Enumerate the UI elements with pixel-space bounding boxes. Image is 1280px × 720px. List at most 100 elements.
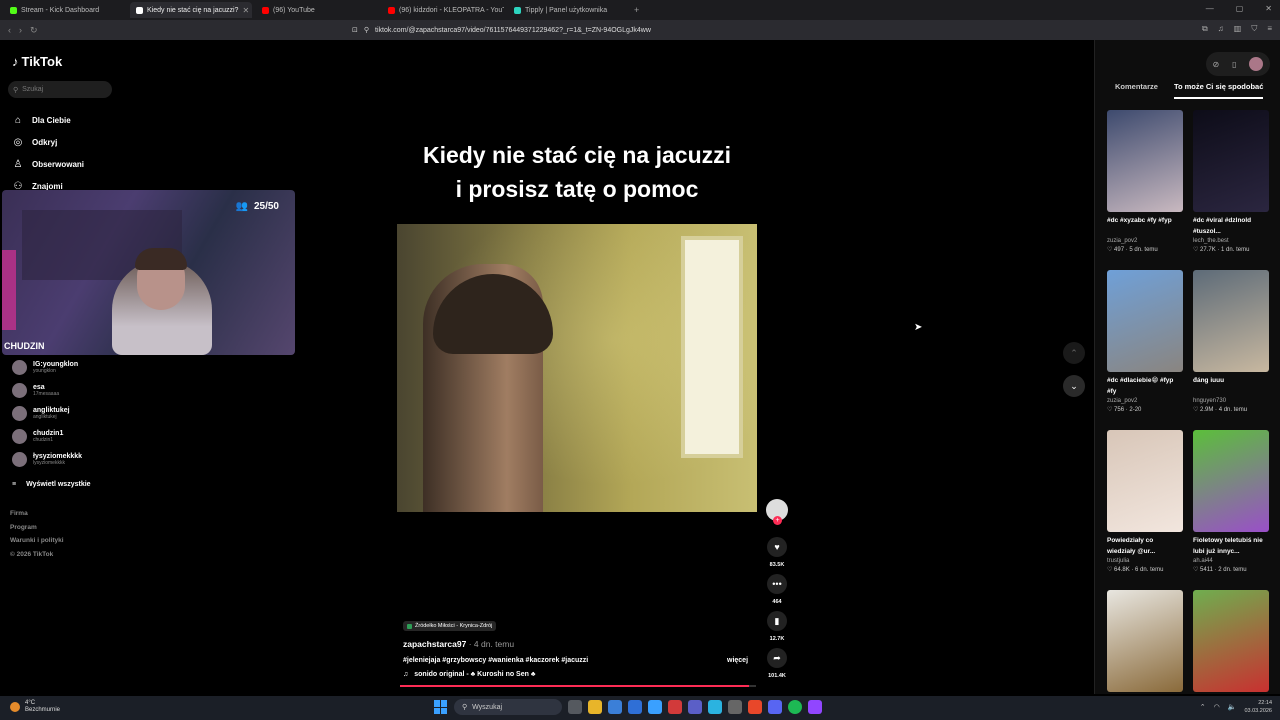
video-thumbnail[interactable] xyxy=(1193,110,1269,212)
profile-avatar[interactable] xyxy=(1249,57,1264,71)
browser-tab[interactable]: Tipply | Panel użytkownika xyxy=(508,2,630,18)
following-user[interactable]: chudzin1 chudzin1 xyxy=(12,425,91,448)
url-field[interactable]: ⊡ ⚲ tiktok.com/@zapachstarca97/video/761… xyxy=(352,22,912,38)
chevron-up-icon[interactable]: ⌃ xyxy=(1200,703,1206,711)
url-text[interactable]: tiktok.com/@zapachstarca97/video/7611576… xyxy=(375,27,651,34)
location-tag[interactable]: Źródełko Miłości - Krynica-Zdrój xyxy=(403,621,497,631)
mail-icon[interactable] xyxy=(628,700,642,714)
new-tab-button[interactable]: + xyxy=(634,5,639,15)
task-view-icon[interactable] xyxy=(568,700,582,714)
video-progress-bar[interactable] xyxy=(400,685,756,687)
shield-icon[interactable]: ⛉ xyxy=(1251,24,1257,34)
footer-link[interactable]: Firma xyxy=(10,507,64,521)
next-video-button[interactable]: ⌄ xyxy=(1063,375,1085,397)
tab-comments[interactable]: Komentarze xyxy=(1115,82,1158,99)
share-icon[interactable]: ➦ xyxy=(767,648,787,668)
brave-icon[interactable] xyxy=(748,700,762,714)
video-player[interactable] xyxy=(397,224,757,512)
share-action[interactable]: ➦ 101.4K xyxy=(767,648,787,679)
card-author[interactable]: ah.ai44 xyxy=(1193,558,1269,564)
clock[interactable]: 22:14 03.03.2026 xyxy=(1244,699,1272,715)
obs-icon[interactable] xyxy=(728,700,742,714)
recommended-video-card[interactable]: đáng iuuu hnguyen730 ♡ 2.9M · 4 dn. temu xyxy=(1193,270,1269,430)
following-user[interactable]: esa 17mesaaaa xyxy=(12,379,91,402)
sidebar-item-odkryj[interactable]: ◎ Odkryj xyxy=(12,131,84,153)
volume-icon[interactable]: 🔈 xyxy=(1228,703,1237,711)
sound-link[interactable]: ♫ sonido original - ♣ Kuroshi no Sen ♣ xyxy=(403,671,535,678)
windows-start-icon[interactable] xyxy=(434,700,448,714)
twitch-icon[interactable] xyxy=(808,700,822,714)
tiktok-logo[interactable]: ♪ TikTok xyxy=(12,54,62,69)
close-window-icon[interactable]: ✕ xyxy=(1265,4,1272,13)
office-icon[interactable] xyxy=(668,700,682,714)
spotify-icon[interactable] xyxy=(788,700,802,714)
taskbar-search[interactable]: ⚲ Wyszukaj xyxy=(454,699,562,715)
phone-icon[interactable]: ▯ xyxy=(1232,60,1236,69)
video-thumbnail[interactable] xyxy=(1107,270,1183,372)
following-user[interactable]: IG:youngklon youngklon xyxy=(12,356,91,379)
comment-action[interactable]: ••• 464 xyxy=(767,574,787,605)
recommended-video-card[interactable]: Fioletowy teletubiś nie lubi już innyc..… xyxy=(1193,430,1269,590)
video-author[interactable]: zapachstarca97 · 4 dn. temu xyxy=(403,639,514,649)
discord-icon[interactable] xyxy=(768,700,782,714)
store-icon[interactable] xyxy=(608,700,622,714)
video-thumbnail[interactable] xyxy=(1107,590,1183,692)
show-all-button[interactable]: ≡ Wyświetl wszystkie xyxy=(12,473,91,495)
close-tab-icon[interactable]: ✕ xyxy=(242,6,249,15)
bookmark-save-icon[interactable]: ▮ xyxy=(767,611,787,631)
reload-icon[interactable]: ↻ xyxy=(30,25,38,36)
card-author[interactable]: hnguyen730 xyxy=(1193,398,1269,404)
sidebar-item-dla-ciebie[interactable]: ⌂ Dla Ciebie xyxy=(12,109,84,131)
video-thumbnail[interactable] xyxy=(1193,430,1269,532)
card-author[interactable]: trustjulia xyxy=(1107,558,1183,564)
extensions-icon[interactable]: ⧉ xyxy=(1202,24,1208,34)
maximize-icon[interactable]: ▢ xyxy=(1236,4,1244,13)
video-hashtags[interactable]: #jeleniejaja #grzybowscy #wanienka #kacz… xyxy=(403,657,588,664)
previous-video-button[interactable]: ⌃ xyxy=(1063,342,1085,364)
save-action[interactable]: ▮ 12.7K xyxy=(767,611,787,642)
recommended-video-card[interactable]: #dc #xyzabc #fy #fyp zuzia_pov2 ♡ 497 · … xyxy=(1107,110,1183,270)
menu-icon[interactable]: ≡ xyxy=(1267,24,1272,34)
sidebar-item-obserwowani[interactable]: ♙ Obserwowani xyxy=(12,153,85,175)
copilot-icon[interactable] xyxy=(648,700,662,714)
following-user[interactable]: łysyziomekkkk lysyziomekkkk xyxy=(12,448,91,471)
back-icon[interactable]: ‹ xyxy=(8,25,11,36)
video-thumbnail[interactable] xyxy=(1193,270,1269,372)
card-author[interactable]: lech_the.best xyxy=(1193,238,1269,244)
edge-icon[interactable] xyxy=(708,700,722,714)
follow-plus-icon[interactable]: + xyxy=(773,516,782,525)
creator-avatar[interactable]: + xyxy=(766,499,788,525)
recommended-video-card[interactable]: Powiedziały co wiedziały @ur... trustjul… xyxy=(1107,430,1183,590)
recommended-video-card[interactable]: #dc #dlaciebie😁 #fyp #fy zuzia_pov2 ♡ 75… xyxy=(1107,270,1183,430)
forward-icon[interactable]: › xyxy=(19,25,22,36)
following-user[interactable]: angliktukej angliktukej xyxy=(12,402,91,425)
heart-icon[interactable]: ♥ xyxy=(767,537,787,557)
bookmark-icon[interactable]: ⊡ xyxy=(352,26,358,34)
more-button[interactable]: więcej xyxy=(727,657,748,664)
like-action[interactable]: ♥ 83.5K xyxy=(767,537,787,568)
compass-small-icon[interactable]: ⊘ xyxy=(1212,60,1219,69)
minimize-icon[interactable]: — xyxy=(1206,4,1214,13)
sidebar-icon[interactable]: ▥ xyxy=(1234,24,1242,34)
comment-icon[interactable]: ••• xyxy=(767,574,787,594)
wifi-icon[interactable]: ◠ xyxy=(1214,703,1220,711)
file-explorer-icon[interactable] xyxy=(588,700,602,714)
footer-link[interactable]: Warunki i polityki xyxy=(10,534,64,548)
card-author[interactable]: zuzia_pov2 xyxy=(1107,238,1183,244)
video-thumbnail[interactable] xyxy=(1107,430,1183,532)
search-input[interactable]: ⚲ Szukaj xyxy=(8,81,112,98)
teams-icon[interactable] xyxy=(688,700,702,714)
browser-tab[interactable]: Stream - Kick Dashboard xyxy=(4,2,126,18)
site-info-icon[interactable]: ⚲ xyxy=(364,26,369,34)
recommended-video-card[interactable]: #dc #viral #dzlnold #tuszol... lech_the.… xyxy=(1193,110,1269,270)
video-thumbnail[interactable] xyxy=(1107,110,1183,212)
video-thumbnail[interactable] xyxy=(1193,590,1269,692)
browser-tab[interactable]: (96) kidzdori - KLEOPATRA - YouTube xyxy=(382,2,504,18)
card-author[interactable]: zuzia_pov2 xyxy=(1107,398,1183,404)
tab-recommended[interactable]: To może Ci się spodobać xyxy=(1173,82,1264,99)
browser-tab[interactable]: Kiedy nie stać cię na jacuzzi? ✕ xyxy=(130,2,252,18)
footer-link[interactable]: Program xyxy=(10,521,64,535)
browser-tab[interactable]: (96) YouTube xyxy=(256,2,378,18)
weather-widget[interactable]: 4°C Bezchmurnie xyxy=(10,700,60,714)
media-icon[interactable]: ♫ xyxy=(1218,24,1224,34)
